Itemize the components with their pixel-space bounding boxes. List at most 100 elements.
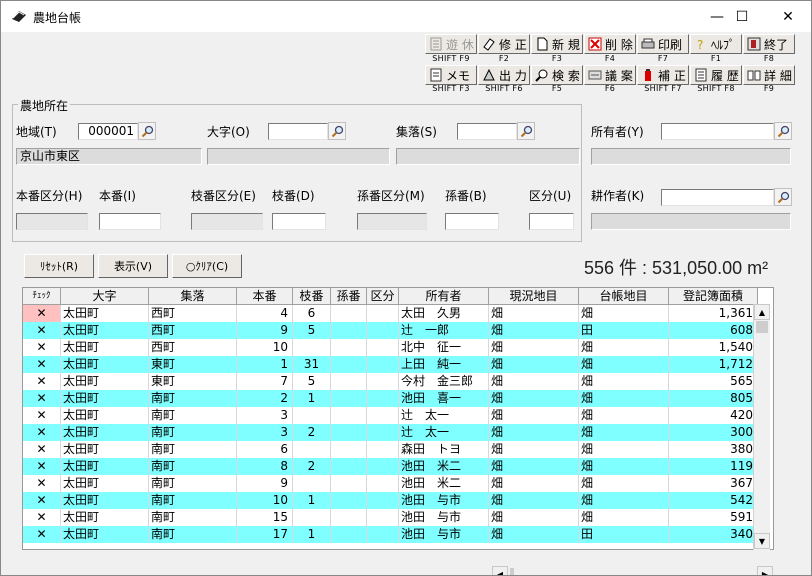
- table-cell: 畑: [489, 475, 579, 492]
- column-header[interactable]: 大字: [61, 288, 149, 305]
- row-check-cell[interactable]: ✕: [23, 475, 61, 492]
- table-cell: 畑: [579, 339, 669, 356]
- toolbar-button-new-doc[interactable]: 新 規: [531, 34, 583, 54]
- column-header[interactable]: 所有者: [399, 288, 489, 305]
- table-row[interactable]: ✕ 太田町 東町 1 31 上田 純一畑畑 1,712: [23, 356, 759, 373]
- scroll-up-arrow-icon[interactable]: ▲: [754, 304, 770, 320]
- column-header[interactable]: 本番: [237, 288, 293, 305]
- scroll-down-arrow-icon[interactable]: ▼: [754, 533, 770, 549]
- owner-input[interactable]: [661, 123, 774, 140]
- row-check-cell[interactable]: ✕: [23, 356, 61, 373]
- honban-input[interactable]: [99, 213, 161, 230]
- row-check-cell[interactable]: ✕: [23, 458, 61, 475]
- toolbar-button-label: 印刷: [658, 37, 683, 52]
- table-cell: 542: [669, 492, 758, 509]
- oaza-input[interactable]: [268, 123, 328, 140]
- horizontal-scroll-thumb[interactable]: [510, 568, 514, 575]
- row-check-cell[interactable]: ✕: [23, 526, 61, 543]
- clear-button[interactable]: ○ｸﾘｱ(C): [172, 254, 242, 278]
- toolbar-button-printer[interactable]: 印刷: [637, 34, 689, 54]
- shuraku-search-button[interactable]: [517, 122, 535, 140]
- maximize-button[interactable]: ☐: [719, 1, 765, 32]
- magoban-input[interactable]: [445, 213, 499, 230]
- table-cell: 辻 一郎: [399, 322, 489, 339]
- table-cell: 畑: [579, 492, 669, 509]
- region-search-button[interactable]: [138, 122, 156, 140]
- toolbar-button-agenda[interactable]: 議 案: [584, 65, 636, 85]
- toolbar-button-eraser[interactable]: 修 正: [478, 34, 530, 54]
- table-row[interactable]: ✕ 太田町 南町 15 池田 与市畑畑 591: [23, 509, 759, 526]
- magnifier-icon: [141, 125, 153, 137]
- display-button[interactable]: 表示(V): [98, 254, 168, 278]
- table-row[interactable]: ✕ 太田町 東町 7 5 今村 金三郎畑畑 565: [23, 373, 759, 390]
- table-cell: 太田町: [61, 492, 149, 509]
- row-check-cell[interactable]: ✕: [23, 509, 61, 526]
- vertical-scrollbar[interactable]: ▲ ▼: [753, 304, 770, 550]
- magoban-kubun-input[interactable]: [357, 213, 427, 230]
- table-row[interactable]: ✕ 太田町 南町 17 1 池田 与市畑田 340: [23, 526, 759, 543]
- row-check-cell[interactable]: ✕: [23, 390, 61, 407]
- horizontal-scrollbar[interactable]: ◀ ▶: [492, 566, 774, 575]
- row-check-cell[interactable]: ✕: [23, 339, 61, 356]
- table-row[interactable]: ✕ 太田町 南町 8 2 池田 米二畑畑 119: [23, 458, 759, 475]
- toolbar-button-help[interactable]: ? ﾍﾙﾌﾟ: [690, 34, 742, 54]
- cultivator-input[interactable]: [661, 189, 774, 206]
- owner-search-button[interactable]: [774, 122, 792, 140]
- toolbar-button-history[interactable]: 履 歴: [690, 65, 742, 85]
- column-header[interactable]: 現況地目: [489, 288, 579, 305]
- column-header[interactable]: 孫番: [331, 288, 367, 305]
- toolbar-button-memo[interactable]: メモ: [425, 65, 477, 85]
- table-row[interactable]: ✕ 太田町 南町 2 1 池田 喜一畑畑 805: [23, 390, 759, 407]
- table-row[interactable]: ✕ 太田町 西町 4 6 太田 久男畑畑 1,361: [23, 305, 759, 322]
- table-cell: 31: [293, 356, 331, 373]
- column-header[interactable]: 区分: [367, 288, 399, 305]
- oaza-search-button[interactable]: [328, 122, 346, 140]
- table-cell: 南町: [149, 492, 237, 509]
- close-button[interactable]: ✕: [765, 1, 811, 32]
- row-check-cell[interactable]: ✕: [23, 305, 61, 322]
- honban-kubun-input[interactable]: [16, 213, 88, 230]
- row-check-cell[interactable]: ✕: [23, 441, 61, 458]
- cultivator-search-button[interactable]: [774, 188, 792, 206]
- table-cell: [367, 509, 399, 526]
- toolbar-button-exit[interactable]: 終了: [743, 34, 795, 54]
- kubun-input[interactable]: [529, 213, 574, 230]
- table-row[interactable]: ✕ 太田町 南町 6 森田 トヨ畑畑 380: [23, 441, 759, 458]
- table-row[interactable]: ✕ 太田町 南町 9 池田 米二畑畑 367: [23, 475, 759, 492]
- table-row[interactable]: ✕ 太田町 西町 9 5 辻 一郎畑田 608: [23, 322, 759, 339]
- region-code-input[interactable]: 000001: [78, 123, 138, 140]
- column-header[interactable]: ﾁｪｯｸ: [23, 288, 61, 305]
- table-row[interactable]: ✕ 太田町 西町 10 北中 征一畑畑 1,540: [23, 339, 759, 356]
- vertical-scroll-thumb[interactable]: [756, 321, 768, 333]
- toolbar-button-output[interactable]: 出 力: [478, 65, 530, 85]
- new-doc-icon: [534, 37, 550, 51]
- scroll-right-arrow-icon[interactable]: ▶: [757, 566, 773, 575]
- scroll-left-arrow-icon[interactable]: ◀: [492, 566, 508, 575]
- column-header[interactable]: 登記簿面積: [669, 288, 758, 305]
- column-header[interactable]: 集落: [149, 288, 237, 305]
- toolbar-button-correction[interactable]: 補 正: [637, 65, 689, 85]
- column-header[interactable]: 枝番: [293, 288, 331, 305]
- edaban-input[interactable]: [272, 213, 326, 230]
- toolbar-button-label: 終了: [764, 37, 789, 52]
- reset-button[interactable]: ﾘｾｯﾄ(R): [24, 254, 94, 278]
- row-check-cell[interactable]: ✕: [23, 424, 61, 441]
- row-check-cell[interactable]: ✕: [23, 407, 61, 424]
- toolbar-button-list[interactable]: 遊 休: [425, 34, 477, 54]
- table-cell: 太田町: [61, 526, 149, 543]
- region-label: 地域(T): [16, 125, 57, 139]
- toolbar-button-delete[interactable]: 削 除: [584, 34, 636, 54]
- shuraku-input[interactable]: [457, 123, 517, 140]
- toolbar-button-search[interactable]: 検 索: [531, 65, 583, 85]
- table-cell: 西町: [149, 339, 237, 356]
- row-check-cell[interactable]: ✕: [23, 373, 61, 390]
- table-row[interactable]: ✕ 太田町 南町 3 2 辻 太一畑畑 300: [23, 424, 759, 441]
- table-row[interactable]: ✕ 太田町 南町 3 辻 太一畑畑 420: [23, 407, 759, 424]
- row-check-cell[interactable]: ✕: [23, 322, 61, 339]
- row-check-cell[interactable]: ✕: [23, 492, 61, 509]
- table-cell: 5: [293, 322, 331, 339]
- table-row[interactable]: ✕ 太田町 南町 10 1 池田 与市畑畑 542: [23, 492, 759, 509]
- edaban-kubun-input[interactable]: [191, 213, 263, 230]
- column-header[interactable]: 台帳地目: [579, 288, 669, 305]
- toolbar-button-detail[interactable]: 詳 細: [743, 65, 795, 85]
